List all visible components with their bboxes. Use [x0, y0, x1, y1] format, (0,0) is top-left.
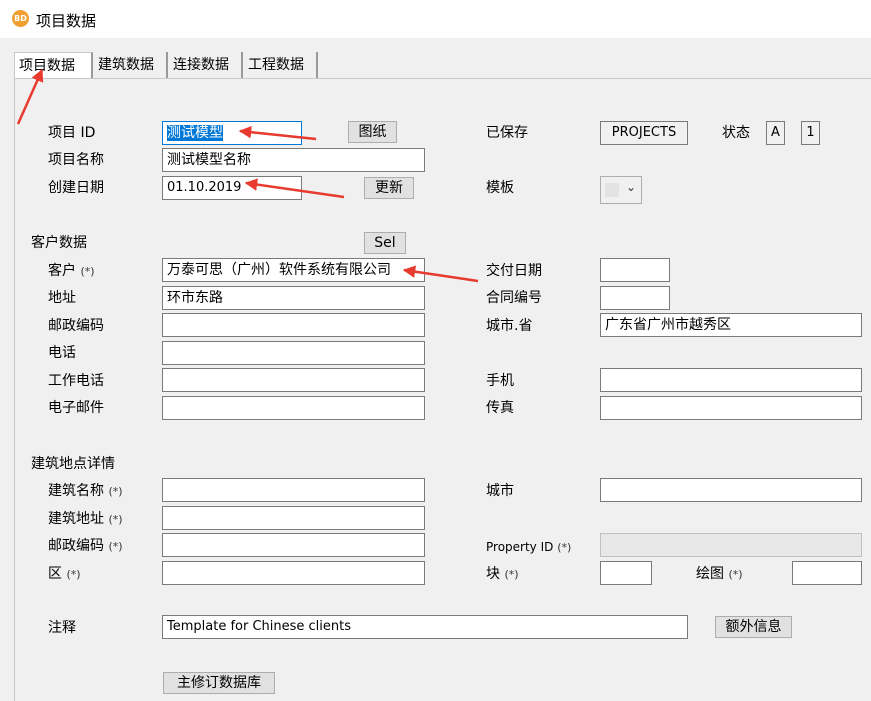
project-id-input[interactable]: 测试模型 [162, 121, 302, 145]
site-postcode-input[interactable] [162, 533, 425, 557]
client-input[interactable]: 万泰可思（广州）软件系统有限公司 [162, 258, 425, 282]
plot-input[interactable] [792, 561, 862, 585]
delivery-date-label: 交付日期 [486, 263, 542, 279]
city-input[interactable] [600, 478, 862, 502]
building-address-label: 建筑地址 (*) [48, 511, 123, 527]
tab-engineering-data[interactable]: 工程数据 [244, 52, 318, 78]
notes-input[interactable]: Template for Chinese clients [162, 615, 688, 639]
project-id-label: 项目 ID [48, 125, 96, 141]
customer-section-label: 客户数据 [31, 235, 87, 251]
district-input[interactable] [162, 561, 425, 585]
block-label: 块 (*) [486, 566, 519, 582]
created-date-input[interactable]: 01.10.2019 [162, 176, 302, 200]
building-address-input[interactable] [162, 506, 425, 530]
tab-connection-data[interactable]: 连接数据 [169, 52, 243, 78]
title-bar: BD 项目数据 [0, 0, 871, 38]
select-customer-button[interactable]: Sel [364, 232, 406, 254]
work-phone-label: 工作电话 [48, 373, 104, 389]
project-id-value: 测试模型 [167, 125, 223, 141]
client-label: 客户 (*) [48, 263, 95, 279]
fax-input[interactable] [600, 396, 862, 420]
address-input[interactable]: 环市东路 [162, 286, 425, 310]
building-name-label: 建筑名称 (*) [48, 483, 123, 499]
created-date-label: 创建日期 [48, 180, 104, 196]
extra-info-button[interactable]: 额外信息 [715, 616, 792, 638]
tab-building-data[interactable]: 建筑数据 [94, 52, 168, 78]
notes-label: 注释 [48, 620, 76, 636]
contract-number-input[interactable] [600, 286, 670, 310]
address-label: 地址 [48, 290, 76, 306]
property-id-input [600, 533, 862, 557]
saved-value-box: PROJECTS [600, 121, 688, 145]
postcode-label: 邮政编码 [48, 318, 104, 334]
fax-label: 传真 [486, 400, 514, 416]
project-name-label: 项目名称 [48, 152, 104, 168]
status-label: 状态 [722, 125, 750, 141]
contract-number-label: 合同编号 [486, 290, 542, 306]
phone-input[interactable] [162, 341, 425, 365]
delivery-date-input[interactable] [600, 258, 670, 282]
postcode-input[interactable] [162, 313, 425, 337]
status-1-box: 1 [801, 121, 820, 145]
update-button[interactable]: 更新 [364, 177, 414, 199]
city-province-input[interactable]: 广东省广州市越秀区 [600, 313, 862, 337]
building-name-input[interactable] [162, 478, 425, 502]
phone-label: 电话 [48, 345, 76, 361]
master-revision-db-button[interactable]: 主修订数据库 [163, 672, 275, 694]
plot-label: 绘图 (*) [696, 566, 743, 582]
drawing-button[interactable]: 图纸 [348, 121, 397, 143]
site-postcode-label: 邮政编码 (*) [48, 538, 123, 554]
district-label: 区 (*) [48, 566, 81, 582]
saved-label: 已保存 [486, 125, 528, 141]
site-section-label: 建筑地点详情 [31, 456, 115, 472]
city-province-label: 城市.省 [486, 318, 533, 334]
work-phone-input[interactable] [162, 368, 425, 392]
chevron-down-icon: ⌄ [625, 180, 636, 194]
email-input[interactable] [162, 396, 425, 420]
template-color-swatch [605, 183, 619, 197]
app-logo-icon: BD [12, 10, 29, 27]
window-title: 项目数据 [36, 12, 97, 30]
template-label: 模板 [486, 180, 514, 196]
status-a-box: A [766, 121, 785, 145]
mobile-label: 手机 [486, 373, 514, 389]
block-input[interactable] [600, 561, 652, 585]
template-dropdown[interactable]: ⌄ [600, 176, 642, 204]
project-name-input[interactable]: 测试模型名称 [162, 148, 425, 172]
mobile-input[interactable] [600, 368, 862, 392]
tab-project-data[interactable]: 项目数据 [14, 52, 93, 79]
property-id-label: Property ID (*) [486, 540, 572, 554]
city-label: 城市 [486, 483, 514, 499]
email-label: 电子邮件 [48, 400, 104, 416]
